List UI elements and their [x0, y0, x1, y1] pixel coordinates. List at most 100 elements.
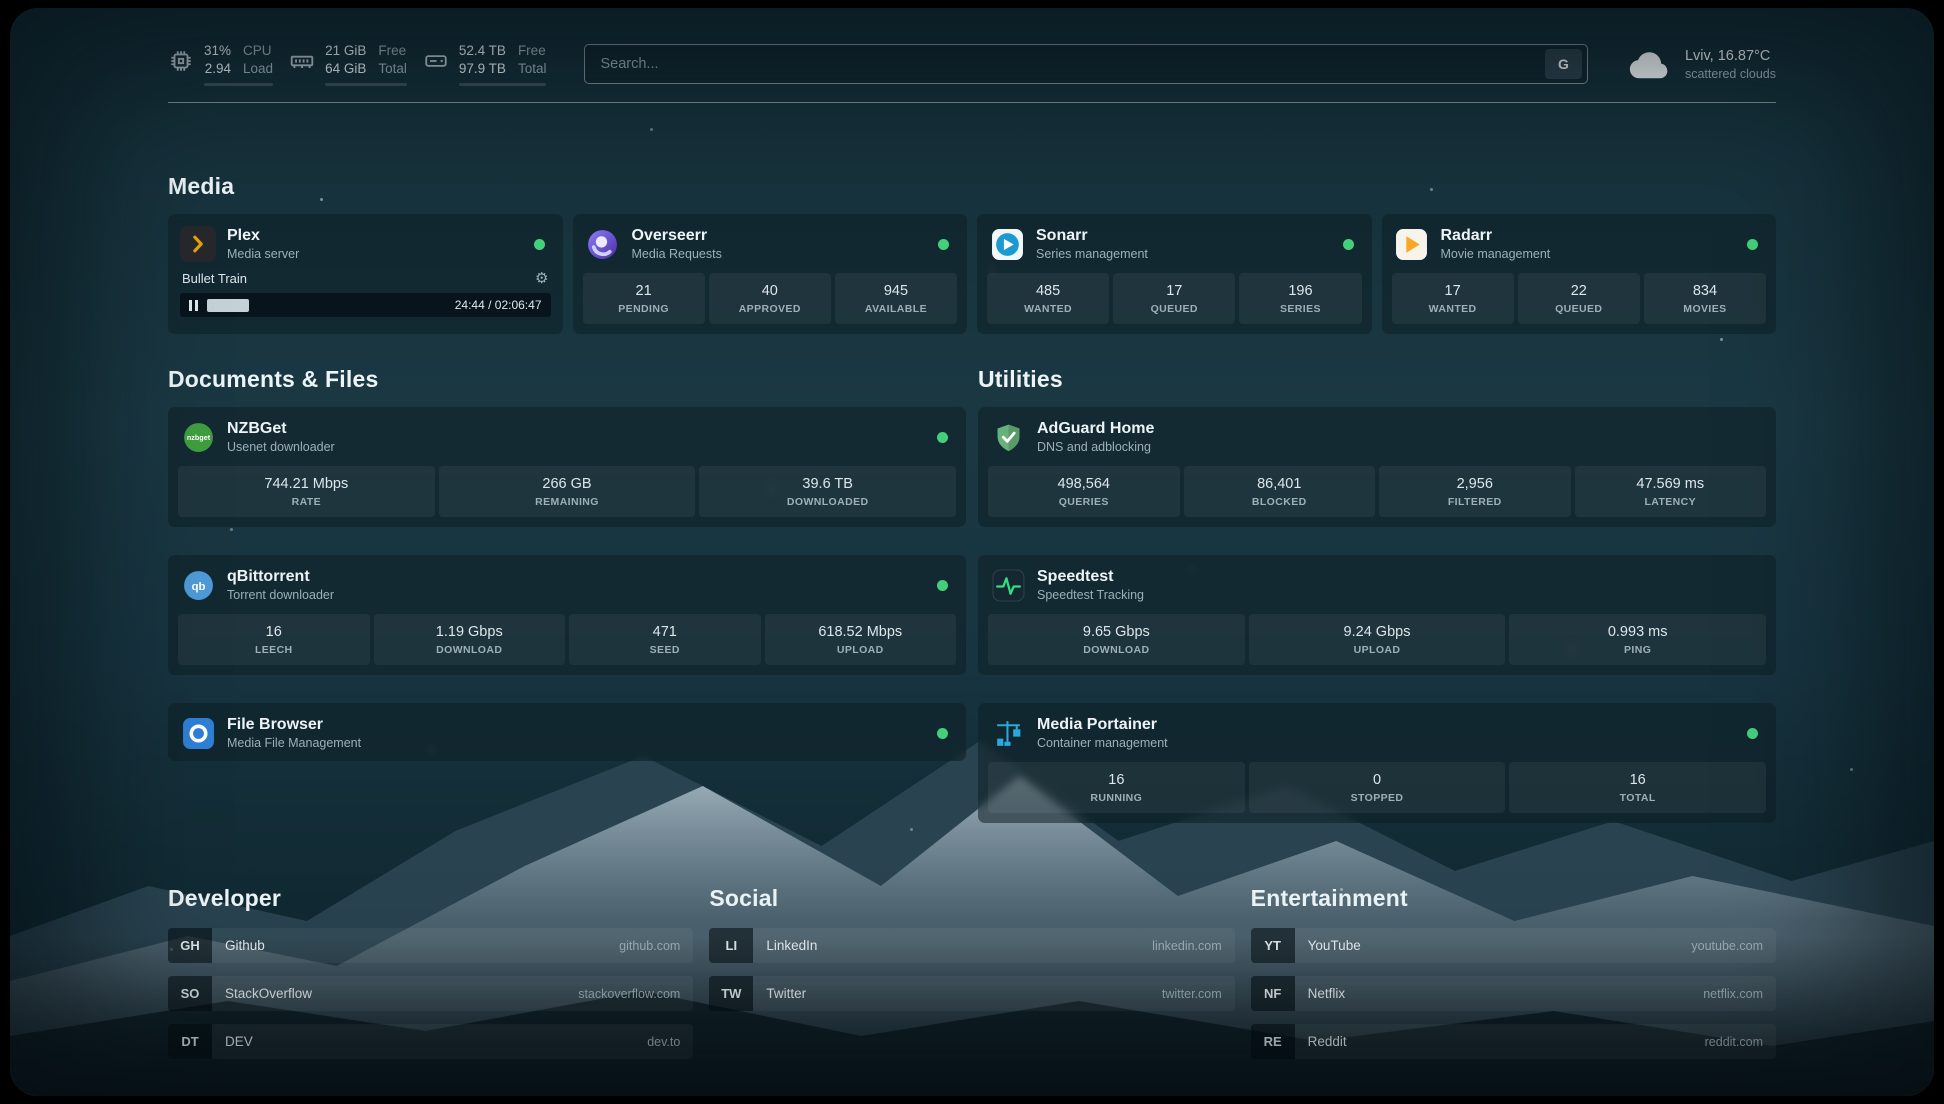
- service-name: File Browser: [227, 716, 361, 734]
- stat-label: QUEUED: [1522, 303, 1636, 315]
- service-card-qbittorrent[interactable]: qb qBittorrent Torrent downloader 16 LEE…: [168, 555, 966, 675]
- stat-value: 471: [573, 624, 757, 640]
- bookmark-netflix[interactable]: NF Netflix netflix.com: [1251, 976, 1776, 1011]
- gear-icon[interactable]: ⚙: [535, 271, 548, 286]
- middle-two-column-grid: Documents & Files nzbget NZBGet Usenet d: [168, 366, 1776, 823]
- stat-value: 9.24 Gbps: [1253, 624, 1502, 640]
- service-card-portainer[interactable]: Media Portainer Container management 16 …: [978, 703, 1776, 823]
- svg-text:nzbget: nzbget: [186, 433, 210, 442]
- stat-label: RATE: [182, 496, 431, 508]
- service-card-radarr[interactable]: Radarr Movie management 17 WANTED 22 QUE…: [1382, 214, 1777, 334]
- service-name: NZBGet: [227, 420, 335, 438]
- disk-total-value: 97.9 TB: [459, 60, 506, 78]
- stat-queued: 22 QUEUED: [1518, 273, 1640, 324]
- stat-label: DOWNLOAD: [378, 644, 562, 656]
- section-title-utilities: Utilities: [978, 366, 1776, 393]
- memory-total-label: Total: [378, 60, 407, 78]
- service-description: Media File Management: [227, 736, 361, 750]
- bookmark-linkedin[interactable]: LI LinkedIn linkedin.com: [709, 928, 1234, 963]
- stat-filtered: 2,956 FILTERED: [1379, 466, 1571, 517]
- dashboard-window: 31% CPU 2.94 Load 21 GiB Free: [10, 8, 1934, 1096]
- stat-value: 498,564: [992, 476, 1176, 492]
- memory-free-label: Free: [378, 42, 407, 60]
- stat-value: 266 GB: [443, 476, 692, 492]
- stat-rate: 744.21 Mbps RATE: [178, 466, 435, 517]
- service-card-overseerr[interactable]: Overseerr Media Requests 21 PENDING 40 A…: [573, 214, 968, 334]
- stat-value: 834: [1648, 283, 1762, 299]
- cpu-load-value: 2.94: [204, 60, 231, 78]
- bookmark-abbr: DT: [168, 1024, 212, 1059]
- service-name: Sonarr: [1036, 227, 1148, 245]
- stat-value: 485: [991, 283, 1105, 299]
- bookmark-name: YouTube: [1308, 938, 1361, 953]
- cpu-usage-value: 31%: [204, 42, 231, 60]
- stat-value: 744.21 Mbps: [182, 476, 431, 492]
- section-title-media: Media: [168, 173, 1776, 200]
- stat-blocked: 86,401 BLOCKED: [1184, 466, 1376, 517]
- pause-icon[interactable]: [189, 300, 198, 311]
- service-card-filebrowser[interactable]: File Browser Media File Management: [168, 703, 966, 761]
- section-title-social: Social: [709, 885, 1234, 912]
- stat-value: 945: [839, 283, 953, 299]
- service-card-adguard[interactable]: AdGuard Home DNS and adblocking 498,564 …: [978, 407, 1776, 527]
- service-description: Torrent downloader: [227, 588, 334, 602]
- service-name: Plex: [227, 227, 299, 245]
- memory-icon: [289, 48, 315, 74]
- search-provider-button[interactable]: G: [1545, 49, 1582, 79]
- stat-label: PING: [1513, 644, 1762, 656]
- stat-value: 9.65 Gbps: [992, 624, 1241, 640]
- bookmark-dev[interactable]: DT DEV dev.to: [168, 1024, 693, 1059]
- stat-value: 0.993 ms: [1513, 624, 1762, 640]
- bookmark-stackoverflow[interactable]: SO StackOverflow stackoverflow.com: [168, 976, 693, 1011]
- service-description: Media server: [227, 247, 299, 261]
- stat-label: FILTERED: [1383, 496, 1567, 508]
- stat-wanted: 17 WANTED: [1392, 273, 1514, 324]
- bookmark-group-social: Social LI LinkedIn linkedin.com TW Twitt…: [709, 885, 1234, 1072]
- service-name: AdGuard Home: [1037, 420, 1154, 438]
- disk-free-value: 52.4 TB: [459, 42, 506, 60]
- status-online-dot: [1747, 728, 1758, 739]
- stat-label: AVAILABLE: [839, 303, 953, 315]
- bookmark-name: LinkedIn: [766, 938, 817, 953]
- service-name: Radarr: [1441, 227, 1551, 245]
- stat-leech: 16 LEECH: [178, 614, 370, 665]
- top-bar: 31% CPU 2.94 Load 21 GiB Free: [168, 8, 1776, 86]
- weather-condition: scattered clouds: [1685, 67, 1776, 81]
- disk-progress-bar: [459, 83, 547, 86]
- search-input[interactable]: [600, 56, 1545, 72]
- stat-label: LATENCY: [1579, 496, 1763, 508]
- bookmark-name: Reddit: [1308, 1034, 1347, 1049]
- bookmark-youtube[interactable]: YT YouTube youtube.com: [1251, 928, 1776, 963]
- header-divider: [168, 102, 1776, 103]
- stat-label: REMAINING: [443, 496, 692, 508]
- bookmark-name: StackOverflow: [225, 986, 312, 1001]
- service-card-sonarr[interactable]: Sonarr Series management 485 WANTED 17 Q…: [977, 214, 1372, 334]
- section-title-entertainment: Entertainment: [1251, 885, 1776, 912]
- bookmark-twitter[interactable]: TW Twitter twitter.com: [709, 976, 1234, 1011]
- bookmark-reddit[interactable]: RE Reddit reddit.com: [1251, 1024, 1776, 1059]
- memory-progress-bar: [325, 83, 407, 86]
- disk-widget: 52.4 TB Free 97.9 TB Total: [423, 42, 547, 86]
- bookmark-url: github.com: [619, 939, 680, 953]
- bookmark-abbr: TW: [709, 976, 753, 1011]
- stat-value: 618.52 Mbps: [769, 624, 953, 640]
- stat-series: 196 SERIES: [1239, 273, 1361, 324]
- bookmark-abbr: LI: [709, 928, 753, 963]
- bookmark-group-developer: Developer GH Github github.com SO StackO…: [168, 885, 693, 1072]
- service-card-nzbget[interactable]: nzbget NZBGet Usenet downloader 744.21 M…: [168, 407, 966, 527]
- bookmark-github[interactable]: GH Github github.com: [168, 928, 693, 963]
- weather-widget: Lviv, 16.87°C scattered clouds: [1628, 47, 1776, 81]
- service-description: Movie management: [1441, 247, 1551, 261]
- playback-progress-bar[interactable]: 24:44 / 02:06:47: [180, 293, 551, 317]
- bookmark-url: netflix.com: [1703, 987, 1763, 1001]
- sonarr-icon: [989, 226, 1025, 262]
- service-card-speedtest[interactable]: Speedtest Speedtest Tracking 9.65 Gbps D…: [978, 555, 1776, 675]
- service-description: Speedtest Tracking: [1037, 588, 1144, 602]
- weather-location: Lviv, 16.87°C: [1685, 47, 1776, 67]
- stat-value: 16: [182, 624, 366, 640]
- dashboard-content: 31% CPU 2.94 Load 21 GiB Free: [10, 8, 1934, 1096]
- stat-value: 2,956: [1383, 476, 1567, 492]
- bookmark-abbr: GH: [168, 928, 212, 963]
- now-playing-title: Bullet Train: [182, 271, 247, 286]
- service-card-plex[interactable]: Plex Media server Bullet Train ⚙ 24:44 /…: [168, 214, 563, 334]
